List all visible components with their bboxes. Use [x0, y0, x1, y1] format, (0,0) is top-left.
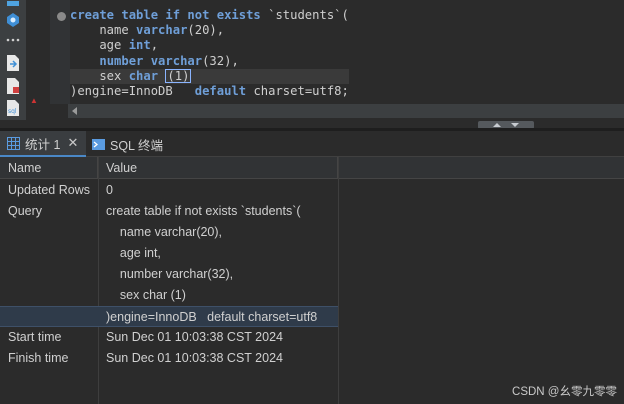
code-text: (32),	[202, 53, 239, 68]
tool-top-icon[interactable]	[5, 0, 21, 8]
table-row[interactable]: Finish time Sun Dec 01 10:03:38 CST 2024	[0, 348, 624, 369]
code-text: sex	[70, 68, 129, 83]
row-value: Sun Dec 01 10:03:38 CST 2024	[106, 351, 283, 365]
tab-sql-terminal[interactable]: SQL 终端	[90, 131, 163, 157]
bracket-match-highlight: (1)	[165, 68, 192, 83]
query-text: create table if not exists `students`( n…	[0, 201, 338, 327]
row-value: Sun Dec 01 10:03:38 CST 2024	[106, 330, 283, 344]
caret-up-icon: ▲	[30, 96, 38, 105]
row-name: Finish time	[8, 351, 69, 365]
run-file-icon[interactable]	[5, 78, 21, 94]
code-text: (20),	[187, 23, 225, 38]
row-name: Query	[8, 204, 43, 218]
table-row[interactable]: Query create table if not exists `studen…	[0, 201, 624, 327]
row-name: Updated Rows	[8, 183, 90, 197]
code-keyword: int	[128, 38, 151, 53]
code-text: name	[70, 23, 137, 38]
tab-sql-terminal-label: SQL 终端	[110, 138, 164, 153]
grid-header: Name Value	[0, 157, 624, 179]
row-name: Start time	[8, 330, 62, 344]
table-row[interactable]: Updated Rows 0	[0, 180, 624, 201]
code-keyword: default	[194, 83, 247, 98]
result-tabs: 统计 1 ✕ SQL 终端	[0, 131, 624, 157]
restore-down-icon[interactable]	[511, 123, 519, 127]
fold-marker-icon[interactable]	[57, 12, 66, 21]
more-icon[interactable]	[5, 32, 21, 48]
scroll-left-arrow-icon[interactable]	[72, 107, 77, 115]
code-line[interactable]: age int,	[70, 38, 349, 53]
close-icon[interactable]: ✕	[67, 135, 78, 151]
code-text: (1)	[158, 68, 192, 83]
table-row[interactable]: Start time Sun Dec 01 10:03:38 CST 2024	[0, 327, 624, 348]
code-line[interactable]: number varchar(32),	[70, 54, 349, 69]
code-text: charset=utf8;	[246, 83, 349, 98]
tab-statistics[interactable]: 统计 1 ✕	[0, 131, 86, 157]
column-header-name[interactable]: Name	[0, 157, 98, 179]
code-line[interactable]: )engine=InnoDB default charset=utf8;	[70, 84, 349, 99]
schema-icon[interactable]	[5, 12, 21, 28]
code-keyword: varchar	[136, 23, 188, 38]
code-line[interactable]: name varchar(20),	[70, 23, 349, 38]
terminal-icon	[92, 138, 105, 150]
query-line-selected: )engine=InnoDB default charset=utf8	[0, 306, 338, 327]
tab-statistics-label: 统计 1	[25, 137, 61, 152]
code-text: `students`(	[260, 8, 349, 22]
grid-icon	[7, 136, 20, 150]
query-line: name varchar(20),	[106, 225, 223, 239]
maximize-up-icon[interactable]	[493, 123, 501, 127]
code-keyword: char	[128, 68, 159, 83]
code-text: )engine=InnoDB	[70, 83, 195, 98]
code-line[interactable]: sex char (1)	[70, 68, 349, 84]
column-header-empty	[338, 157, 624, 179]
code-text: age	[70, 38, 129, 53]
sql-file-icon[interactable]: sql	[5, 100, 21, 116]
code-keyword: number varchar	[99, 53, 203, 68]
column-header-value[interactable]: Value	[98, 157, 338, 179]
code-line[interactable]: create table if not exists `students`(	[70, 8, 349, 23]
query-line: number varchar(32),	[106, 267, 234, 281]
statistics-grid: Name Value Updated Rows 0 Query create t…	[0, 157, 624, 404]
export-file-icon[interactable]	[5, 55, 21, 71]
svg-text:sql: sql	[8, 108, 17, 115]
query-line: create table if not exists `students`(	[106, 204, 301, 218]
editor-horizontal-scrollbar[interactable]	[68, 104, 624, 118]
query-line: sex char (1)	[106, 288, 186, 302]
watermark: CSDN @幺零九零零	[512, 386, 617, 398]
row-value: 0	[106, 183, 113, 197]
query-line: age int,	[106, 246, 161, 260]
tool-strip: sql	[0, 0, 26, 120]
code-text: ,	[150, 38, 159, 53]
editor-code[interactable]: create table if not exists `students`( n…	[70, 8, 349, 99]
sql-editor[interactable]: create table if not exists `students`( n…	[26, 0, 624, 105]
code-keyword: create table if not exists	[70, 8, 261, 22]
